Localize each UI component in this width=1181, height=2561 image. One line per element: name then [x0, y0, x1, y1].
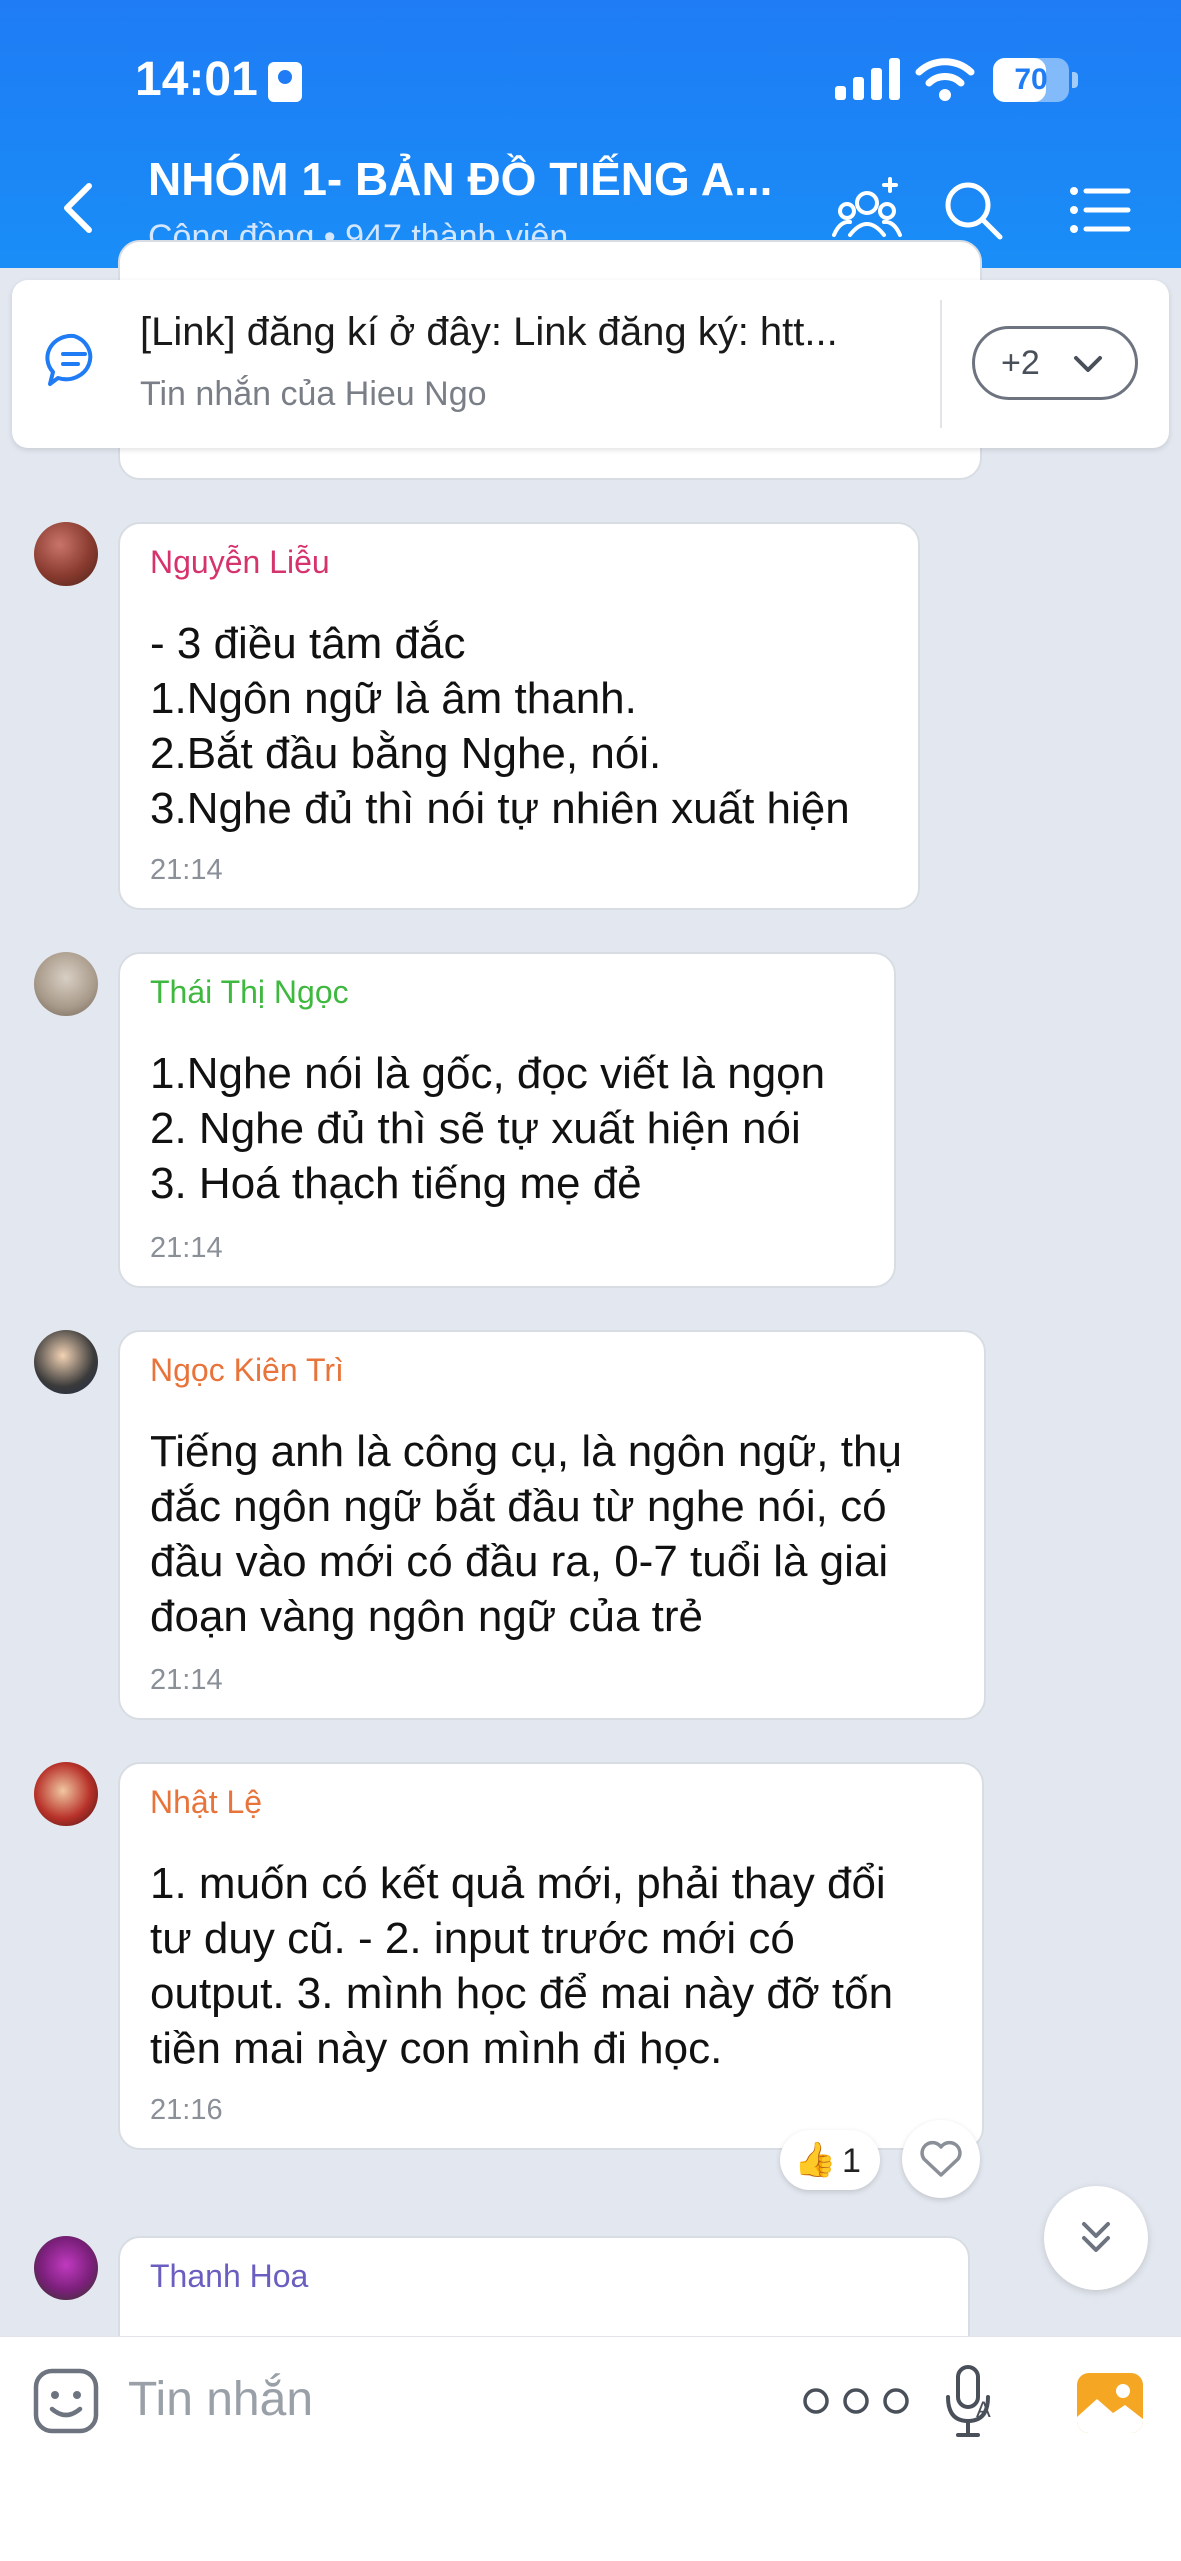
svg-text:A: A	[976, 2397, 991, 2422]
pinned-message-icon	[45, 333, 93, 386]
message-time: 21:16	[150, 2094, 223, 2126]
message-time: 21:14	[150, 1664, 223, 1696]
battery-tip	[1072, 72, 1078, 88]
search-icon[interactable]	[938, 175, 1008, 245]
avatar[interactable]	[34, 1330, 98, 1394]
heart-icon	[920, 2140, 962, 2177]
message-input[interactable]	[128, 2359, 748, 2439]
battery-icon: 70	[993, 58, 1079, 102]
chat-header: 14:01 70 NHÓM 1- BẢN ĐỒ TIẾNG A... Cộng …	[0, 0, 1181, 268]
react-button[interactable]	[902, 2120, 980, 2198]
message-bubble[interactable]: Ngọc Kiên Trì Tiếng anh là công cụ, là n…	[118, 1330, 986, 1720]
scroll-down-icon	[1082, 2222, 1110, 2252]
avatar[interactable]	[34, 952, 98, 1016]
more-pinned-button[interactable]: +2	[972, 326, 1138, 400]
page-title[interactable]: NHÓM 1- BẢN ĐỒ TIẾNG A...	[148, 152, 772, 206]
sender-name[interactable]: Ngọc Kiên Trì	[150, 1352, 344, 1389]
add-member-icon[interactable]	[832, 175, 902, 245]
message-time: 21:14	[150, 1232, 223, 1264]
avatar[interactable]	[34, 1762, 98, 1826]
message-composer: A	[0, 2336, 1181, 2561]
battery-percent: 70	[1014, 63, 1048, 96]
pinned-message-banner[interactable]: [Link] đăng kí ở đây: Link đăng ký: htt.…	[12, 280, 1169, 448]
more-dots-icon[interactable]	[796, 2385, 916, 2417]
reaction-count: 1	[842, 2142, 861, 2180]
pinned-message-text: [Link] đăng kí ở đây: Link đăng ký: htt.…	[140, 310, 838, 354]
sender-name[interactable]: Thái Thị Ngọc	[150, 974, 349, 1011]
back-icon[interactable]	[55, 178, 105, 238]
avatar[interactable]	[34, 2236, 98, 2300]
more-pinned-count: +2	[1001, 344, 1040, 382]
message-text: 1.Nghe nói là gốc, đọc viết là ngọn 2. N…	[150, 1049, 826, 1208]
wifi-icon	[915, 58, 975, 101]
sender-name[interactable]: Nhật Lệ	[150, 1784, 262, 1821]
message-text: 1. muốn có kết quả mới, phải thay đổi tư…	[150, 1859, 894, 2073]
image-icon[interactable]	[1075, 2371, 1145, 2435]
message-bubble[interactable]: Nhật Lệ 1. muốn có kết quả mới, phải tha…	[118, 1762, 984, 2150]
sender-name[interactable]: Nguyễn Liễu	[150, 544, 330, 581]
scroll-to-bottom-button[interactable]	[1044, 2186, 1148, 2290]
message-bubble[interactable]: Thái Thị Ngọc 1.Nghe nói là gốc, đọc viế…	[118, 952, 896, 1288]
chevron-down-icon	[1074, 356, 1102, 372]
message-bubble[interactable]: Nguyễn Liễu - 3 điều tâm đắc 1.Ngôn ngữ …	[118, 522, 920, 910]
emoji-icon[interactable]	[32, 2367, 100, 2435]
sender-name[interactable]: Thanh Hoa	[150, 2258, 308, 2295]
avatar[interactable]	[34, 522, 98, 586]
reaction-badge[interactable]: 👍 1	[780, 2130, 880, 2190]
menu-icon[interactable]	[1064, 175, 1134, 245]
pinned-message-sender: Tin nhắn của Hieu Ngo	[140, 375, 487, 413]
message-time: 21:14	[150, 854, 223, 886]
message-text: Tiếng anh là công cụ, là ngôn ngữ, thụ đ…	[150, 1427, 902, 1641]
lock-icon	[268, 62, 302, 102]
voice-icon[interactable]: A	[940, 2361, 1000, 2441]
thumbs-up-icon: 👍	[794, 2141, 837, 2179]
pinned-divider	[940, 300, 942, 428]
signal-icon	[835, 58, 900, 100]
status-time: 14:01	[135, 53, 258, 106]
message-text: - 3 điều tâm đắc 1.Ngôn ngữ là âm thanh.…	[150, 619, 850, 833]
